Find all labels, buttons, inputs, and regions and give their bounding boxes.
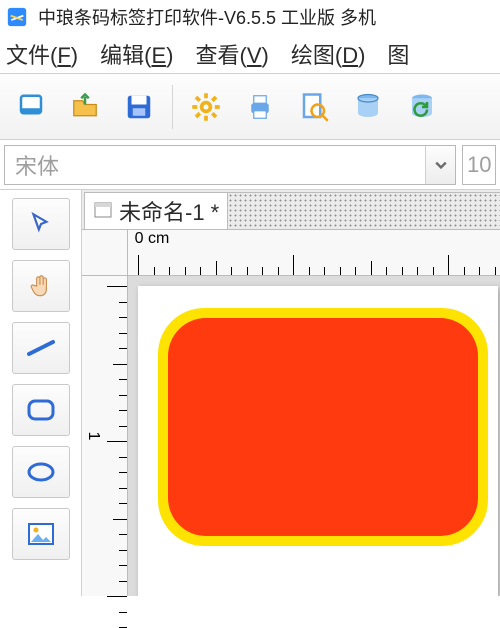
titlebar: 中琅条码标签打印软件-V6.5.5 工业版 多机 xyxy=(0,0,500,34)
print-preview-button[interactable] xyxy=(289,82,339,132)
menubar: 文件(F) 编辑(E) 查看(V) 绘图(D) 图 xyxy=(0,34,500,74)
label-page[interactable] xyxy=(138,286,498,596)
font-family-select[interactable]: 宋体 xyxy=(4,145,456,185)
image-tool-button[interactable] xyxy=(12,508,70,560)
rounded-rectangle-tool-button[interactable] xyxy=(12,384,70,436)
menu-edit[interactable]: 编辑(E) xyxy=(100,38,173,70)
database-button[interactable] xyxy=(343,82,393,132)
menu-view[interactable]: 查看(V) xyxy=(195,38,268,70)
ellipse-tool-button[interactable] xyxy=(12,446,70,498)
document-tabbar: 未命名-1 * xyxy=(82,190,500,230)
rounded-rectangle-fill xyxy=(168,318,478,536)
document-area: 未命名-1 * 0 cm 1 xyxy=(82,190,500,596)
select-tool-button[interactable] xyxy=(12,198,70,250)
work-area: 未命名-1 * 0 cm 1 xyxy=(0,190,500,596)
settings-button[interactable] xyxy=(181,82,231,132)
toolbar-separator xyxy=(172,85,173,129)
open-document-button[interactable] xyxy=(60,82,110,132)
ruler-label-zero: 0 cm xyxy=(135,230,170,248)
tool-palette xyxy=(0,190,82,596)
pan-tool-button[interactable] xyxy=(12,260,70,312)
rounded-rectangle-shape[interactable] xyxy=(158,308,488,546)
document-tab-icon xyxy=(93,201,113,221)
new-document-button[interactable] xyxy=(6,82,56,132)
font-size-value: 10 xyxy=(467,152,491,178)
line-tool-button[interactable] xyxy=(12,322,70,374)
ruler-corner xyxy=(82,230,128,276)
tabbar-filler xyxy=(228,192,500,229)
font-toolbar: 宋体 10 xyxy=(0,140,500,190)
menu-draw[interactable]: 绘图(D) xyxy=(291,38,366,70)
menu-extra[interactable]: 图 xyxy=(387,38,409,70)
document-tab-label: 未命名-1 * xyxy=(119,195,219,227)
font-size-select[interactable]: 10 xyxy=(462,145,496,185)
print-button[interactable] xyxy=(235,82,285,132)
horizontal-ruler[interactable]: 0 cm xyxy=(128,230,500,276)
app-logo-icon xyxy=(6,6,28,28)
window-title: 中琅条码标签打印软件-V6.5.5 工业版 多机 xyxy=(38,4,376,30)
document-tab[interactable]: 未命名-1 * xyxy=(84,192,228,229)
dropdown-icon[interactable] xyxy=(425,146,455,184)
menu-file[interactable]: 文件(F) xyxy=(6,38,78,70)
main-toolbar xyxy=(0,74,500,140)
ruler-label-one: 1 xyxy=(84,432,102,441)
vertical-ruler[interactable]: 1 xyxy=(82,276,128,596)
font-family-value: 宋体 xyxy=(5,149,425,181)
database-refresh-button[interactable] xyxy=(397,82,447,132)
save-document-button[interactable] xyxy=(114,82,164,132)
canvas-viewport[interactable] xyxy=(128,276,500,596)
